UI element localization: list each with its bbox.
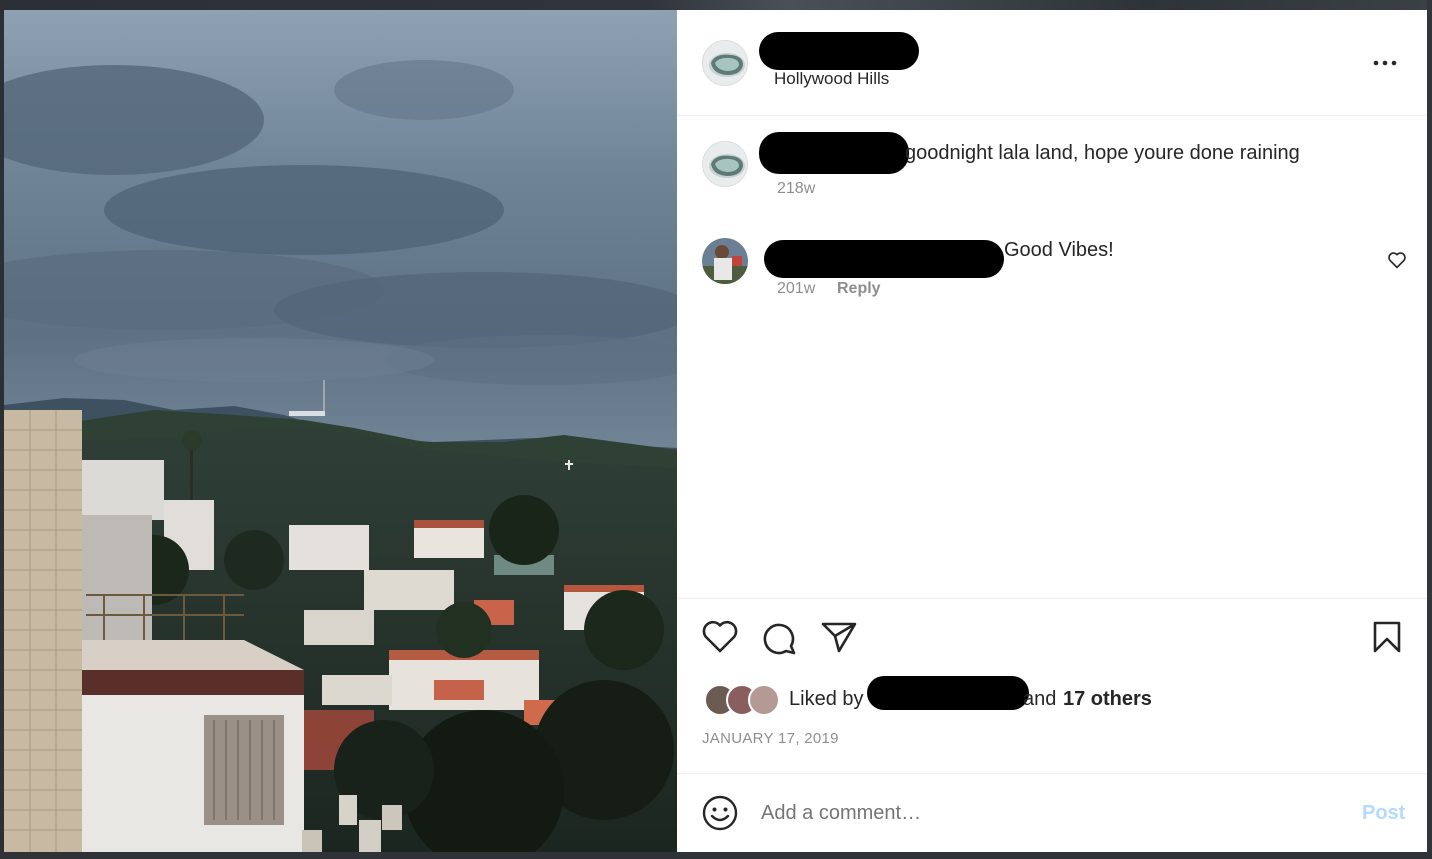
redacted-commenter-username [764,240,1004,278]
composer-divider [677,773,1427,774]
caption-avatar[interactable] [702,141,748,187]
post-comment-button[interactable]: Post [1362,802,1405,825]
likes-and-label: and [1023,688,1057,710]
avatar-glasses-image [703,142,747,186]
heart-icon[interactable] [701,620,739,654]
caption-age[interactable]: 218w [777,180,815,198]
post-location[interactable]: Hollywood Hills [774,69,889,89]
actions-divider [677,598,1427,599]
header-divider [677,115,1427,116]
backdrop-bottom [0,852,1432,859]
emoji-icon[interactable] [701,794,739,832]
likes-others-count[interactable]: 17 others [1063,688,1152,711]
share-icon[interactable] [820,620,858,654]
avatar-glasses-image [703,41,747,85]
commenter-avatar[interactable] [702,238,748,284]
redacted-username [759,32,919,70]
liker-avatar [748,684,780,716]
liker-avatars[interactable] [704,683,784,716]
avatar-person-image [702,238,748,284]
redacted-liker-username [867,676,1029,710]
author-avatar[interactable] [702,40,748,86]
post-date[interactable]: JANUARY 17, 2019 [702,730,839,747]
comment-text: Good Vibes! [1004,239,1114,261]
post-photo[interactable] [4,10,677,852]
liked-by-label: Liked by [789,688,864,710]
more-options-icon[interactable] [1372,54,1398,72]
backdrop-top [0,0,1432,10]
comment-age[interactable]: 201w [777,280,815,298]
caption-text: goodnight lala land, hope youre done rai… [905,142,1300,164]
photo-scene [4,10,677,852]
redacted-caption-username [759,132,909,174]
comment-input[interactable] [761,798,1341,828]
comment-icon[interactable] [760,620,798,656]
post-details-panel: Hollywood Hills goodnight lala land, hop… [677,10,1427,852]
comment-like-heart-icon[interactable] [1387,251,1407,269]
bookmark-icon[interactable] [1371,620,1403,654]
reply-button[interactable]: Reply [837,280,881,298]
backdrop-right [1427,0,1432,859]
